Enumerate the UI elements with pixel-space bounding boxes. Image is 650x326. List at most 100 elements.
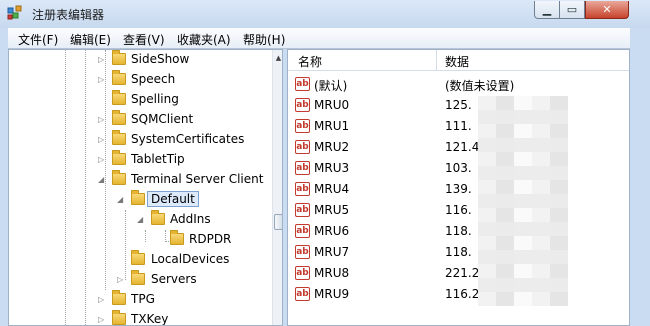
- window-title: 注册表编辑器: [32, 8, 105, 22]
- value-data: 121.4: [445, 140, 480, 154]
- tree-item-label: LocalDevices: [151, 252, 230, 266]
- tree-item[interactable]: ◢ AddIns: [9, 210, 269, 230]
- close-button[interactable]: ✕: [585, 1, 629, 19]
- tree-item-label: SideShow: [131, 52, 190, 66]
- string-value-icon: ab: [295, 98, 310, 112]
- tree-item[interactable]: ▷ TXKey: [9, 310, 269, 325]
- folder-icon: [151, 210, 165, 225]
- registry-editor-icon: [7, 5, 22, 20]
- column-header-data[interactable]: 数据: [445, 53, 469, 70]
- scrollbar-thumb[interactable]: [274, 214, 282, 230]
- list-row[interactable]: ab MRU8 221.2: [288, 264, 629, 284]
- tree-item-label: Spelling: [131, 92, 179, 106]
- folder-icon: [112, 130, 126, 145]
- list-row[interactable]: ab MRU5 116.: [288, 201, 629, 221]
- folder-icon: [170, 230, 184, 245]
- menu-help[interactable]: 帮助(H): [243, 31, 285, 48]
- folder-icon: [112, 290, 126, 305]
- folder-icon: [112, 90, 126, 105]
- string-value-icon: ab: [295, 203, 310, 217]
- value-name: MRU3: [314, 161, 350, 175]
- menu-bar: 文件(F) 编辑(E) 查看(V) 收藏夹(A) 帮助(H): [8, 28, 630, 49]
- expand-icon[interactable]: ▷: [98, 115, 106, 125]
- tree-item[interactable]: ▷ SystemCertificates: [9, 130, 269, 150]
- folder-icon: [131, 250, 145, 265]
- expand-icon[interactable]: ▷: [98, 155, 106, 165]
- menu-edit[interactable]: 编辑(E): [70, 31, 111, 48]
- folder-icon: [131, 190, 145, 205]
- tree-item[interactable]: LocalDevices: [9, 250, 269, 270]
- collapse-icon[interactable]: ◢: [137, 215, 145, 225]
- tree-item-label: TabletTip: [131, 152, 185, 166]
- tree-item[interactable]: ▷ TabletTip: [9, 150, 269, 170]
- folder-icon: [112, 70, 126, 85]
- minimize-icon: ▁: [542, 3, 552, 16]
- value-name: MRU5: [314, 203, 350, 217]
- tree-scrollbar[interactable]: ▲: [272, 50, 282, 325]
- value-data: 221.2: [445, 266, 480, 280]
- tree-item[interactable]: RDPDR: [9, 230, 269, 250]
- expand-icon[interactable]: ▷: [98, 55, 106, 65]
- menu-favorites[interactable]: 收藏夹(A): [177, 31, 231, 48]
- tree-item-label: SystemCertificates: [131, 132, 245, 146]
- menu-view[interactable]: 查看(V): [123, 31, 165, 48]
- privacy-mosaic: [478, 96, 568, 306]
- value-name: MRU7: [314, 245, 350, 259]
- expand-icon[interactable]: ▷: [98, 295, 106, 305]
- close-icon: ✕: [602, 3, 612, 16]
- list-row[interactable]: ab MRU6 118.: [288, 222, 629, 242]
- tree-item-label: Default: [147, 191, 199, 207]
- folder-icon: [112, 170, 126, 185]
- string-value-icon: ab: [295, 182, 310, 196]
- folder-icon: [112, 110, 126, 125]
- expand-icon[interactable]: ▷: [98, 135, 106, 145]
- list-row[interactable]: ab MRU0 125.: [288, 96, 629, 116]
- maximize-icon: ▭: [566, 3, 578, 16]
- value-name: MRU0: [314, 98, 350, 112]
- values-list[interactable]: 名称 数据 ab (默认) (数值未设置) ab MRU0 125. ab MR…: [287, 49, 630, 326]
- menu-file[interactable]: 文件(F): [18, 31, 58, 48]
- value-data: 118.: [445, 224, 472, 238]
- column-divider[interactable]: [436, 50, 437, 70]
- list-row[interactable]: ab MRU1 111.: [288, 117, 629, 137]
- scroll-up-icon[interactable]: ▲: [274, 52, 282, 64]
- list-row[interactable]: ab MRU9 116.2: [288, 285, 629, 305]
- value-data: 125.: [445, 98, 472, 112]
- tree-item[interactable]: ▷ SQMClient: [9, 110, 269, 130]
- tree-item[interactable]: ▷ TPG: [9, 290, 269, 310]
- list-row[interactable]: ab MRU2 121.4: [288, 138, 629, 158]
- collapse-icon[interactable]: ◢: [98, 175, 106, 185]
- key-tree[interactable]: ▷ SideShow ▷ Speech Spelling ▷ SQMClient…: [8, 49, 283, 326]
- tree-item[interactable]: ▷ SideShow: [9, 50, 269, 70]
- tree-item-selected[interactable]: ◢ Default: [9, 190, 269, 210]
- list-row[interactable]: ab (默认) (数值未设置): [288, 75, 629, 95]
- string-value-icon: ab: [295, 266, 310, 280]
- title-bar[interactable]: 注册表编辑器 ▁ ▭ ✕: [0, 0, 650, 28]
- tree-item[interactable]: ◢ Terminal Server Client: [9, 170, 269, 190]
- list-row[interactable]: ab MRU7 118.: [288, 243, 629, 263]
- minimize-button[interactable]: ▁: [534, 1, 560, 19]
- tree-item-label: SQMClient: [131, 112, 194, 126]
- value-name: MRU8: [314, 266, 350, 280]
- collapse-icon[interactable]: ◢: [117, 195, 125, 205]
- list-row[interactable]: ab MRU3 103.: [288, 159, 629, 179]
- tree-item[interactable]: ▷ Speech: [9, 70, 269, 90]
- column-header-name[interactable]: 名称: [298, 53, 322, 70]
- maximize-button[interactable]: ▭: [559, 1, 585, 19]
- expand-icon[interactable]: ▷: [98, 315, 106, 325]
- string-value-icon: ab: [295, 287, 310, 301]
- tree-item-label: Servers: [151, 272, 197, 286]
- tree-item-label: Terminal Server Client: [131, 172, 264, 186]
- value-data: 118.: [445, 245, 472, 259]
- tree-item[interactable]: Spelling: [9, 90, 269, 110]
- value-data: (数值未设置): [445, 79, 515, 93]
- tree-item[interactable]: ▷ Servers: [9, 270, 269, 290]
- expand-icon[interactable]: ▷: [117, 275, 125, 285]
- value-name: MRU1: [314, 119, 350, 133]
- value-name: MRU4: [314, 182, 350, 196]
- value-name: MRU6: [314, 224, 350, 238]
- expand-icon[interactable]: ▷: [98, 75, 106, 85]
- tree-item-label: RDPDR: [189, 232, 232, 246]
- list-row[interactable]: ab MRU4 139.: [288, 180, 629, 200]
- value-data: 139.: [445, 182, 472, 196]
